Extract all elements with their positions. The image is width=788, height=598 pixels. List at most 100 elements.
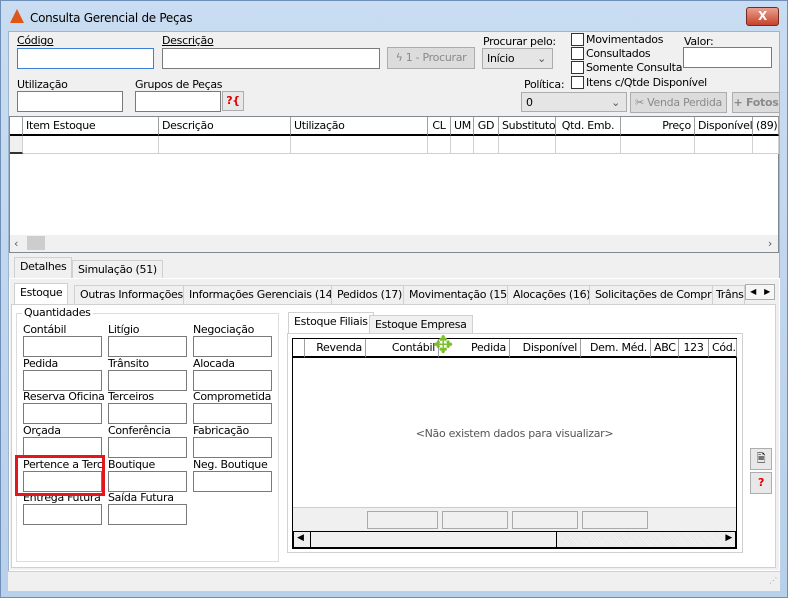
valor-input[interactable] — [683, 47, 772, 68]
column-header[interactable]: Cód. — [709, 339, 737, 358]
export-report-button[interactable]: 🗎 — [750, 448, 772, 470]
quantidade-input[interactable] — [193, 403, 272, 424]
checkbox-somente-consulta[interactable] — [571, 61, 584, 74]
quantidade-input[interactable] — [108, 437, 187, 458]
checkbox-movimentados[interactable] — [571, 33, 584, 46]
tab-simulacao[interactable]: Simulação (51) — [72, 260, 163, 279]
chevron-left-icon[interactable]: ‹ — [14, 237, 18, 250]
table-cell[interactable] — [556, 136, 621, 154]
fotos-button[interactable]: + Fotos — [732, 92, 780, 113]
codigo-label: Código — [17, 34, 54, 47]
empty-message: <Não existem dados para visualizar> — [415, 427, 614, 440]
column-header[interactable]: Revenda — [305, 339, 366, 358]
column-header[interactable]: Contábil — [366, 339, 439, 358]
items-grid[interactable]: Item Estoque Descrição Utilização CL UM … — [9, 116, 779, 253]
quantidade-input[interactable] — [108, 504, 187, 525]
procurar-button[interactable]: ϟ 1 - Procurar — [387, 47, 475, 69]
tab-scroll-buttons[interactable]: ◀ ▶ — [745, 284, 775, 300]
checkbox-consultados[interactable] — [571, 47, 584, 60]
arrow-right-icon[interactable]: ▶ — [725, 533, 732, 543]
tab-movimentacao[interactable]: Movimentação (15) — [403, 285, 517, 305]
venda-perdida-button[interactable]: ✂ Venda Perdida — [630, 92, 727, 113]
column-header[interactable]: Substituto — [499, 117, 556, 136]
tab-estoque[interactable]: Estoque — [14, 283, 69, 305]
arrow-left-icon[interactable]: ◀ — [297, 533, 304, 543]
grupos-input[interactable] — [135, 91, 221, 112]
quantidade-input[interactable] — [23, 403, 102, 424]
resize-grip-icon[interactable]: ⋰ — [769, 576, 777, 585]
column-header[interactable]: (89) — [753, 117, 779, 136]
tab-solicitacoes-compra[interactable]: Solicitações de Compra — [589, 285, 724, 305]
tab-estoque-empresa[interactable]: Estoque Empresa — [369, 315, 473, 333]
table-cell[interactable] — [428, 136, 451, 154]
status-bar: ⋰ — [8, 571, 780, 591]
quantidade-input[interactable] — [108, 471, 187, 492]
tab-estoque-filiais[interactable]: Estoque Filiais — [288, 312, 374, 334]
checkbox-label: Somente Consulta — [586, 61, 683, 74]
column-header[interactable]: UM — [451, 117, 474, 136]
procurar-pelo-select[interactable]: Início ⌄ — [482, 48, 553, 69]
chevron-down-icon: ⌄ — [611, 96, 620, 109]
table-cell[interactable] — [291, 136, 428, 154]
column-header[interactable]: 123 — [679, 339, 709, 358]
column-header[interactable]: ABC — [651, 339, 679, 358]
estoque-grid[interactable]: Revenda Contábil Pedida Disponível Dem. … — [292, 338, 737, 549]
arrow-left-icon[interactable]: ◀ — [750, 285, 756, 299]
tab-pedidos[interactable]: Pedidos (17) — [331, 285, 408, 305]
column-header[interactable]: Item Estoque — [23, 117, 159, 136]
quantidade-label: Litígio — [108, 323, 140, 336]
table-cell[interactable] — [499, 136, 556, 154]
close-button[interactable]: X — [746, 7, 779, 26]
quantidade-input[interactable] — [193, 370, 272, 391]
column-header[interactable]: CL — [428, 117, 451, 136]
scroll-thumb[interactable] — [310, 531, 557, 548]
grid-indicator-header — [293, 339, 305, 358]
quantidade-input[interactable] — [23, 370, 102, 391]
table-cell[interactable] — [621, 136, 695, 154]
column-header[interactable]: Disponível — [510, 339, 581, 358]
help-button[interactable]: ? — [750, 472, 772, 494]
table-cell[interactable] — [474, 136, 499, 154]
tab-informacoes-gerenciais[interactable]: Informações Gerenciais (14) — [183, 285, 343, 305]
footer-cell — [582, 511, 648, 529]
chevron-right-icon[interactable]: › — [768, 237, 772, 250]
descricao-input[interactable] — [162, 48, 380, 69]
row-indicator[interactable] — [10, 136, 23, 154]
scissors-icon: ✂ — [635, 96, 648, 109]
checkbox-itens-disponivel[interactable] — [571, 76, 584, 89]
quantidade-input[interactable] — [193, 471, 272, 492]
tab-outras-informacoes[interactable]: Outras Informações — [74, 285, 189, 305]
quantidade-input[interactable] — [193, 437, 272, 458]
tab-alocacoes[interactable]: Alocações (16) — [507, 285, 597, 305]
quantidade-input[interactable] — [193, 336, 272, 357]
column-header[interactable]: Preço — [621, 117, 695, 136]
column-header[interactable]: Disponível — [695, 117, 753, 136]
codigo-input[interactable] — [17, 48, 154, 69]
column-header[interactable]: Descrição — [159, 117, 291, 136]
column-header[interactable]: Qtd. Emb. — [556, 117, 621, 136]
column-header[interactable]: GD — [474, 117, 499, 136]
table-cell[interactable] — [451, 136, 474, 154]
highlight-box — [15, 455, 105, 496]
quantidade-input[interactable] — [108, 336, 187, 357]
tab-detalhes[interactable]: Detalhes — [14, 257, 73, 279]
column-header[interactable]: Dem. Méd. — [581, 339, 651, 358]
arrow-right-icon[interactable]: ▶ — [764, 285, 770, 299]
quantidade-input[interactable] — [108, 370, 187, 391]
quantidade-input[interactable] — [108, 403, 187, 424]
table-cell[interactable] — [23, 136, 159, 154]
horizontal-scrollbar[interactable]: ◀ ▶ — [293, 531, 736, 548]
scroll-thumb[interactable] — [27, 236, 45, 250]
column-header[interactable]: Utilização — [291, 117, 428, 136]
utilizacao-input[interactable] — [17, 91, 123, 112]
app-logo-icon — [10, 9, 24, 23]
table-cell[interactable] — [695, 136, 753, 154]
horizontal-scrollbar[interactable]: ‹ › — [10, 235, 778, 252]
tab-transito[interactable]: Trânsito — [712, 285, 745, 305]
quantidade-input[interactable] — [23, 336, 102, 357]
politica-select[interactable]: 0 ⌄ — [521, 92, 627, 112]
grupos-lookup-button[interactable]: ?{ — [222, 91, 244, 111]
quantidade-input[interactable] — [23, 504, 102, 525]
table-cell[interactable] — [753, 136, 779, 154]
table-cell[interactable] — [159, 136, 291, 154]
